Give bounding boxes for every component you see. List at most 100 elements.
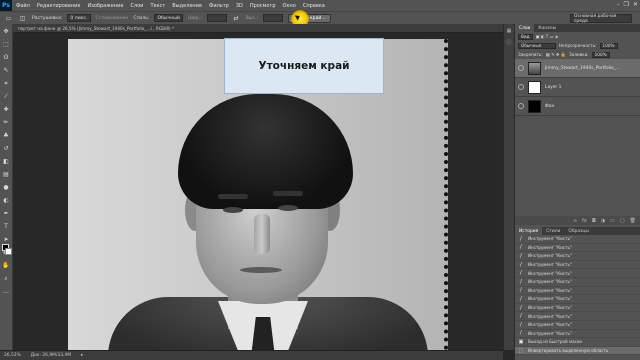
background-color[interactable] — [5, 248, 12, 255]
fill-input[interactable]: 100% — [591, 51, 610, 58]
tab-styles[interactable]: Стили — [542, 227, 564, 235]
history-item[interactable]: ▣ Выход из Быстрой маски — [515, 338, 640, 347]
history-label: Инструмент "Кисть" — [528, 262, 572, 268]
menu-window[interactable]: Окно — [283, 3, 296, 9]
lock-icons[interactable]: ▦ ✎ ✥ 🔒 — [546, 52, 566, 58]
height-input[interactable] — [262, 14, 283, 22]
dodge-tool-icon[interactable]: ◐ — [2, 196, 11, 205]
history-item[interactable]: / Инструмент "Кисть" — [515, 312, 640, 321]
menu-help[interactable]: Справка — [303, 3, 325, 9]
zoom-level[interactable]: 26,53% — [4, 353, 21, 358]
history-item[interactable]: / Инструмент "Кисть" — [515, 295, 640, 304]
visibility-eye-icon[interactable] — [518, 65, 524, 71]
status-bar: 26,53% Док: 26,9М/33,4М ▸ — [0, 350, 503, 360]
feather-input[interactable]: 0 пикс. — [67, 14, 91, 22]
history-item[interactable]: / Инструмент "Кисть" — [515, 278, 640, 287]
history-item[interactable]: / Инструмент "Кисть" — [515, 244, 640, 253]
link-icon[interactable]: ∞ — [573, 218, 577, 224]
healing-brush-icon[interactable]: ✚ — [2, 105, 11, 114]
menu-edit[interactable]: Редактирование — [37, 3, 81, 9]
type-tool-icon[interactable]: T — [2, 222, 11, 231]
brush-tool-icon[interactable]: ✏ — [2, 118, 11, 127]
width-input[interactable] — [206, 14, 227, 22]
lasso-tool-icon[interactable]: ʘ — [2, 53, 11, 62]
document-tab[interactable]: портрет на фоне @ 26,5% (Jimmy_Stewart_1… — [13, 24, 503, 33]
move-tool-icon[interactable]: ✥ — [2, 27, 11, 36]
width-label: Шир.: — [187, 15, 202, 21]
opacity-input[interactable]: 100% — [599, 42, 618, 49]
selection-mode-icons[interactable]: ◫ — [18, 14, 27, 23]
tab-channels[interactable]: Каналы — [534, 24, 560, 32]
menubar: Ps Файл Редактирование Изображение Слои … — [0, 0, 640, 11]
layer-row[interactable]: Jimmy_Stewart_1940s_Portfolio_... — [515, 59, 640, 78]
layer-row[interactable]: Фон — [515, 97, 640, 116]
status-arrow-icon[interactable]: ▸ — [81, 353, 83, 358]
color-swatches[interactable] — [2, 244, 12, 256]
history-item[interactable]: / Инструмент "Кисть" — [515, 261, 640, 270]
history-brush-icon[interactable]: ↺ — [2, 144, 11, 153]
history-panel-icon[interactable]: ▦ — [507, 28, 512, 34]
close-icon[interactable]: ✕ — [633, 1, 638, 8]
history-label: Инструмент "Кисть" — [528, 305, 572, 311]
blend-mode-select[interactable]: Обычные — [518, 42, 556, 49]
menu-view[interactable]: Просмотр — [250, 3, 276, 9]
marquee-tool-icon[interactable]: ⬚ — [2, 40, 11, 49]
layer-row[interactable]: Layer 1 — [515, 78, 640, 97]
adjustment-icon[interactable]: ◑ — [601, 218, 605, 224]
filter-icons[interactable]: ▣ ◐ T ▭ ◈ — [536, 34, 559, 39]
mask-icon[interactable]: ◘ — [592, 218, 596, 224]
visibility-eye-icon[interactable] — [518, 84, 524, 90]
tab-swatches[interactable]: Образцы — [564, 227, 592, 235]
menu-image[interactable]: Изображение — [87, 3, 123, 9]
blur-tool-icon[interactable]: ● — [2, 183, 11, 192]
tab-history[interactable]: История — [515, 227, 543, 235]
path-select-icon[interactable]: ➤ — [2, 235, 11, 244]
history-item[interactable]: / Инструмент "Кисть" — [515, 269, 640, 278]
history-item[interactable]: / Инструмент "Кисть" — [515, 321, 640, 330]
zoom-tool-icon[interactable]: ⌕ — [2, 274, 11, 283]
feather-label: Растушевка: — [32, 15, 63, 21]
workspace-select[interactable]: Основная рабочая среда — [570, 14, 632, 24]
clone-stamp-icon[interactable]: ♣ — [2, 131, 11, 140]
menu-select[interactable]: Выделение — [172, 3, 202, 9]
more-tools-icon[interactable]: … — [2, 287, 11, 296]
history-item[interactable]: / Инструмент "Кисть" — [515, 252, 640, 261]
history-item[interactable]: / Инструмент "Кисть" — [515, 287, 640, 296]
eraser-icon[interactable]: ◧ — [2, 157, 11, 166]
menu-3d[interactable]: 3D — [236, 3, 243, 9]
history-item[interactable]: / Инструмент "Кисть" — [515, 304, 640, 313]
swap-icon[interactable]: ⇄ — [232, 14, 241, 23]
fx-icon[interactable]: fx — [582, 218, 587, 224]
menu-file[interactable]: Файл — [16, 3, 30, 9]
brush-icon: / — [520, 235, 522, 242]
crop-tool-icon[interactable]: ⌗ — [2, 79, 11, 88]
restore-icon[interactable]: ❐ — [624, 1, 629, 8]
folder-icon[interactable]: ▭ — [610, 218, 615, 224]
app-logo: Ps — [0, 0, 12, 11]
menu-filter[interactable]: Фильтр — [209, 3, 229, 9]
history-item[interactable]: / Инструмент "Кисть" — [515, 235, 640, 244]
properties-panel-icon[interactable]: ⓘ — [506, 39, 511, 46]
antialias-checkbox[interactable]: Сглаживание — [96, 16, 129, 21]
new-layer-icon[interactable]: ▢ — [620, 218, 625, 224]
history-item[interactable]: ⬚ Инвертировать выделенную область — [515, 346, 640, 356]
pen-tool-icon[interactable]: ✒ — [2, 209, 11, 218]
minimize-icon[interactable]: – — [617, 1, 620, 8]
style-select[interactable]: Обычный — [154, 14, 183, 22]
history-list: / Инструмент "Кисть" / Инструмент "Кисть" … — [515, 235, 640, 356]
visibility-eye-icon[interactable] — [518, 103, 524, 109]
history-item[interactable]: / Инструмент "Кисть" — [515, 330, 640, 339]
gradient-icon[interactable]: ▤ — [2, 170, 11, 179]
eyedropper-icon[interactable]: ⁄ — [2, 92, 11, 101]
blend-row: Обычные Непрозрачность: 100% — [515, 41, 640, 50]
trash-icon[interactable]: 🗑 — [630, 218, 636, 224]
menu-type[interactable]: Текст — [150, 3, 165, 9]
lock-row: Закрепить: ▦ ✎ ✥ 🔒 Заливка: 100% — [515, 50, 640, 59]
kind-select[interactable]: Вид — [518, 33, 533, 40]
marquee-tool-icon[interactable]: ▭ — [4, 14, 13, 23]
brush-icon: / — [520, 252, 522, 259]
menu-layers[interactable]: Слои — [130, 3, 143, 9]
hand-tool-icon[interactable]: ✋ — [2, 261, 11, 270]
quick-select-icon[interactable]: ✎ — [2, 66, 11, 75]
tab-layers[interactable]: Слои — [515, 24, 535, 32]
